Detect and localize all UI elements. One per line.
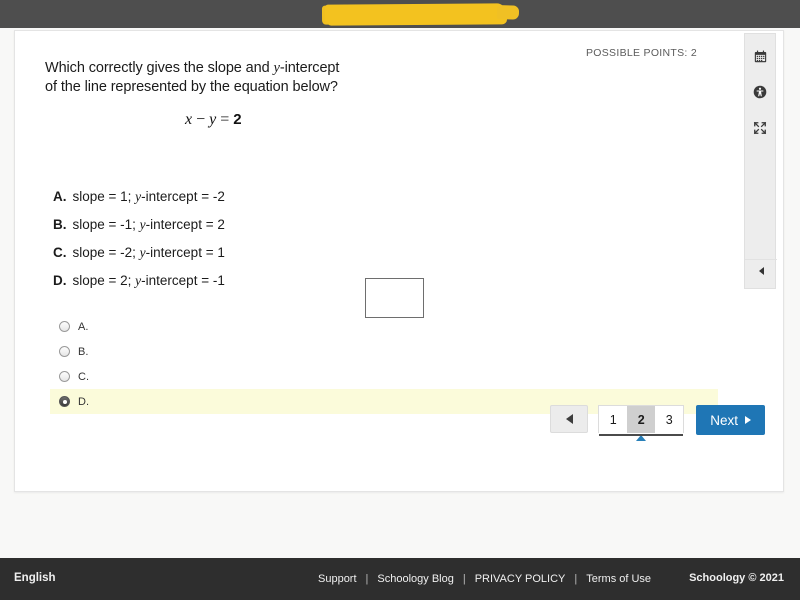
radio-button-c[interactable] [59,371,70,382]
choice-a: A. slope = 1; y-intercept = -2 [53,189,393,205]
pagination: 1 2 3 Next [550,405,765,441]
collapse-rail-button[interactable] [745,259,777,282]
browser-top-bar [0,0,800,28]
answer-label-b: B. [78,345,89,358]
footer-separator-2: | [462,573,466,585]
equation-result: 2 [233,111,242,129]
chevron-left-icon [758,267,764,275]
fullscreen-icon[interactable] [744,114,776,142]
previous-page-button[interactable] [550,405,589,433]
tool-rail [744,33,777,289]
next-button-label: Next [710,412,738,428]
equation-equals: = [220,111,230,129]
question-line1-part2: -intercept [279,60,340,76]
footer-link-terms-of-use[interactable]: Terms of Use [586,573,651,585]
choice-b-text1: slope = -1; [72,217,140,232]
choice-d-letter: D. [53,273,67,288]
equation-x: x [185,111,193,129]
footer-separator-1: | [365,573,369,585]
page-number-2[interactable]: 2 [627,406,656,441]
answer-label-c: C. [78,370,89,383]
choice-a-letter: A. [53,189,67,204]
footer-link-support[interactable]: Support [318,573,357,585]
assessment-card: POSSIBLE POINTS: 2 Which correctly gives… [14,30,784,492]
answer-options: A. B. C. D. [50,314,718,414]
choice-d-text2: -intercept = -1 [141,273,225,288]
question-prompt: Which correctly gives the slope and y-in… [45,59,605,97]
accessibility-icon[interactable] [744,78,776,106]
triangle-right-icon [745,416,751,424]
blank-answer-box [365,278,424,318]
page-body: POSSIBLE POINTS: 2 Which correctly gives… [0,28,800,558]
question-line2: of the line represented by the equation … [45,79,338,96]
choice-c-letter: C. [53,245,67,260]
choice-a-text2: -intercept = -2 [141,189,225,204]
answer-option-a[interactable]: A. [50,314,718,339]
question-equation: x − y = 2 [185,111,605,129]
radio-button-a[interactable] [59,321,70,332]
page-number-group: 1 2 3 [598,405,685,441]
triangle-left-icon [565,414,573,424]
copyright-text: Schoology © 2021 [689,572,784,584]
radio-button-d[interactable] [59,396,70,407]
choice-b-letter: B. [53,217,67,232]
choice-list: A. slope = 1; y-intercept = -2 B. slope = … [53,189,393,301]
choice-c-text2: -intercept = 1 [145,245,225,260]
footer-links: Support | Schoology Blog | PRIVACY POLIC… [318,573,651,585]
calendar-icon[interactable] [744,42,776,70]
possible-points-label: POSSIBLE POINTS: 2 [585,47,697,59]
answer-label-d: D. [78,395,89,408]
footer-link-privacy-policy[interactable]: PRIVACY POLICY [475,573,566,585]
page-number-3[interactable]: 3 [655,406,683,433]
radio-button-b[interactable] [59,346,70,357]
footer-link-schoology-blog[interactable]: Schoology Blog [377,573,453,585]
choice-c-text1: slope = -2; [72,245,140,260]
answer-option-c[interactable]: C. [50,364,718,389]
page-number-1[interactable]: 1 [599,406,627,433]
choice-d-text1: slope = 2; [72,273,136,288]
next-button[interactable]: Next [696,405,765,435]
equation-operator: − [196,111,206,129]
question-content: Which correctly gives the slope and y -in… [45,59,605,318]
answer-label-a: A. [78,320,89,333]
choice-b-text2: -intercept = 2 [145,217,225,232]
yellow-highlight-redaction [324,3,506,24]
answer-option-b[interactable]: B. [50,339,718,364]
footer-separator-3: | [574,573,578,585]
question-line1-part1: Which correctly gives the slope and [45,60,274,76]
choice-c: C. slope = -2; y-intercept = 1 [53,245,393,261]
page-footer: English Support | Schoology Blog | PRIVA… [0,558,800,600]
choice-a-text1: slope = 1; [72,189,136,204]
choice-b: B. slope = -1; y-intercept = 2 [53,217,393,233]
choice-d: D. slope = 2; y-intercept = -1 [53,273,393,289]
equation-y: y [209,111,217,129]
language-selector[interactable]: English [14,572,56,584]
